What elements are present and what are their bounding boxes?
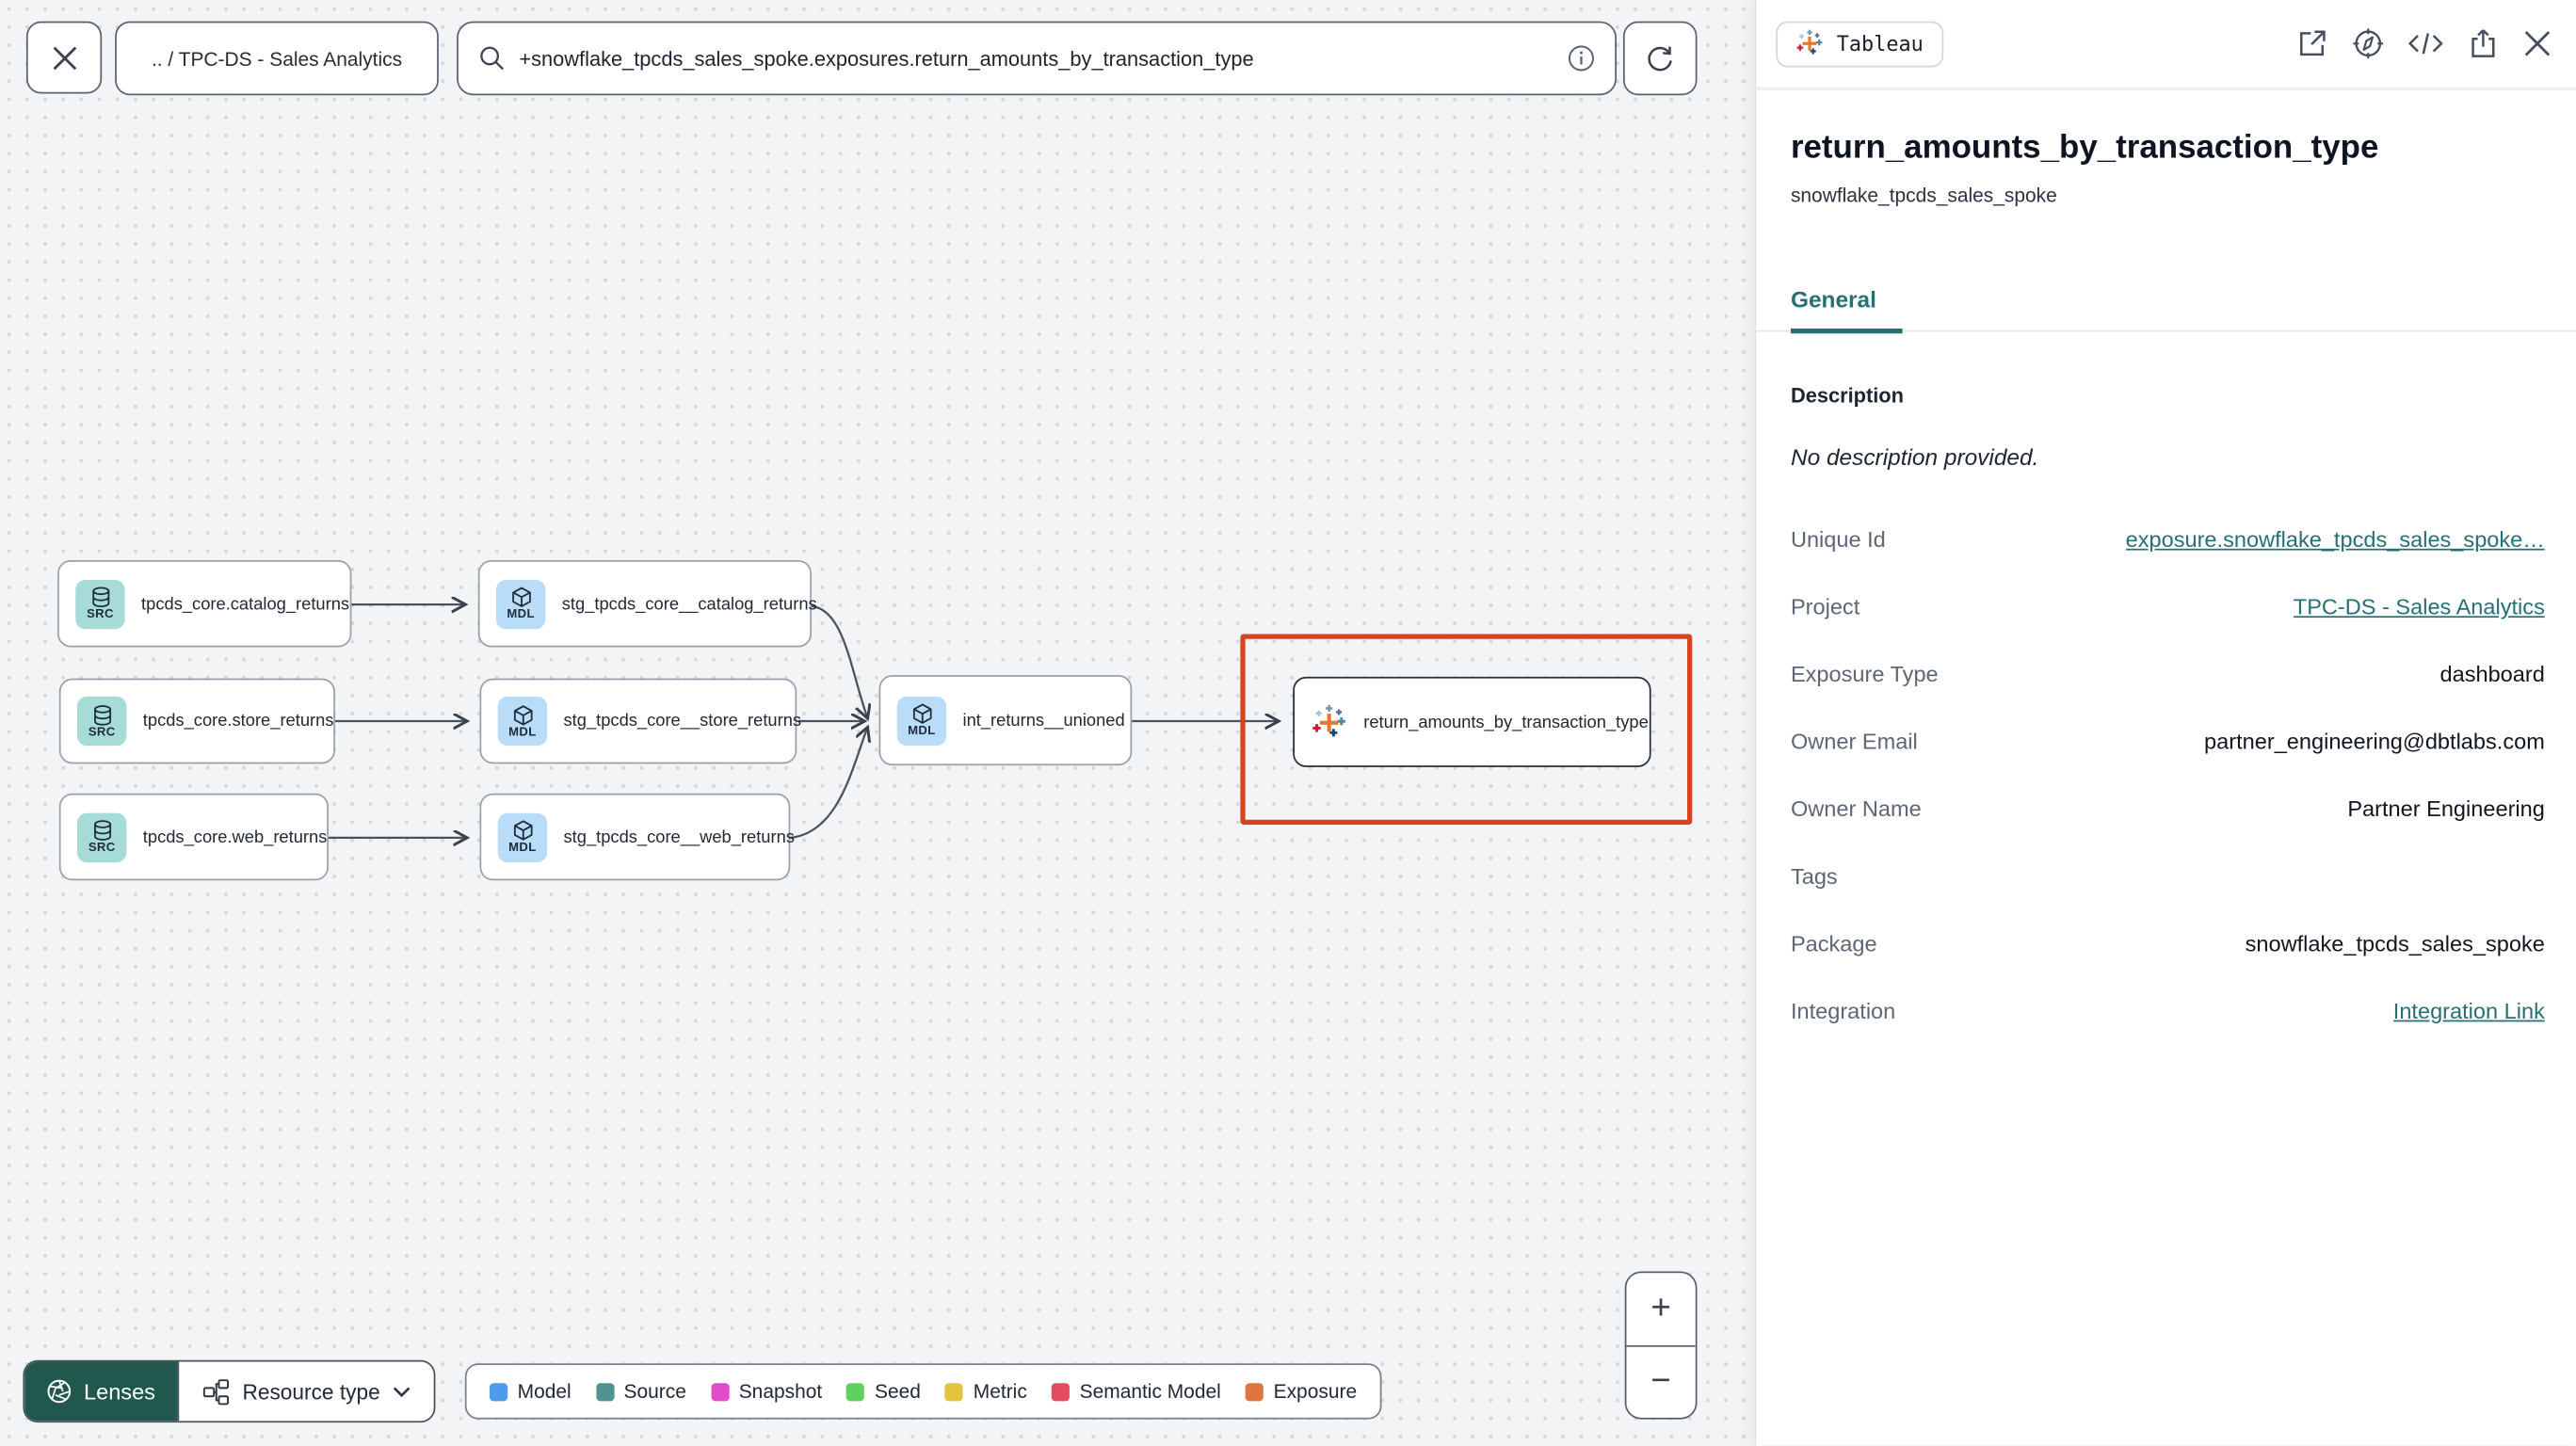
chevron-down-icon — [394, 1386, 411, 1397]
graph-node-return_amounts_by_transaction_type[interactable]: return_amounts_by_transaction_type — [1293, 676, 1651, 767]
field-row-owner-email: Owner Email partner_engineering@dbtlabs.… — [1790, 729, 2545, 754]
package-value: snowflake_tpcds_sales_spoke — [2245, 931, 2545, 956]
graph-node-int_returns__unioned[interactable]: MDL int_returns__unioned — [878, 675, 1133, 766]
open-external-icon[interactable] — [2295, 26, 2330, 61]
database-icon — [93, 704, 111, 725]
minus-icon: − — [1650, 1361, 1671, 1401]
legend-item-seed: Seed — [846, 1380, 921, 1403]
dbt-explorer-lineage-app: .. / TPC-DS - Sales Analytics +snowflake… — [0, 0, 2576, 1446]
lenses-label: Lenses — [83, 1378, 155, 1405]
owner-name-value: Partner Engineering — [2347, 796, 2545, 822]
legend-item-source: Source — [595, 1380, 686, 1403]
resource-type-icon — [202, 1378, 229, 1405]
panel-actions — [2295, 26, 2553, 61]
panel-tabs: General — [1756, 286, 2576, 333]
exposure-package-subtitle: snowflake_tpcds_sales_spoke — [1790, 184, 2057, 207]
zoom-in-button[interactable]: + — [1626, 1273, 1696, 1346]
aperture-icon — [47, 1379, 72, 1404]
description-value: No description provided. — [1790, 443, 2039, 471]
field-row-exposure-type: Exposure Type dashboard — [1790, 662, 2545, 687]
source-badge: SRC — [75, 579, 125, 629]
graph-node-tpcds_core-web_returns[interactable]: SRC tpcds_core.web_returns — [58, 793, 329, 881]
source-badge: SRC — [77, 811, 127, 862]
model-color-swatch — [489, 1382, 508, 1401]
model-badge: MDL — [495, 579, 546, 629]
semantic-model-color-swatch — [1051, 1382, 1071, 1401]
resource-type-dropdown[interactable]: Resource type — [176, 1361, 435, 1422]
tableau-icon — [1312, 704, 1345, 736]
resource-type-label: Resource type — [242, 1378, 380, 1405]
zoom-out-button[interactable]: − — [1626, 1345, 1696, 1418]
graph-node-stg_tpcds_core__web_returns[interactable]: MDL stg_tpcds_core__web_returns — [479, 793, 795, 881]
lenses-control-group: Lenses Resource type — [23, 1359, 437, 1423]
legend-item-semantic-model: Semantic Model — [1051, 1380, 1221, 1403]
seed-color-swatch — [846, 1382, 865, 1401]
field-row-package: Package snowflake_tpcds_sales_spoke — [1790, 931, 2545, 956]
legend-item-snapshot: Snapshot — [711, 1380, 822, 1403]
graph-node-tpcds_core-store_returns[interactable]: SRC tpcds_core.store_returns — [58, 678, 335, 764]
zoom-controls: + − — [1624, 1271, 1698, 1420]
description-label: Description — [1790, 384, 1904, 408]
code-icon[interactable] — [2407, 26, 2444, 61]
lenses-button[interactable]: Lenses — [24, 1361, 177, 1422]
project-link[interactable]: TPC-DS - Sales Analytics — [2294, 595, 2545, 619]
model-cube-icon — [912, 703, 931, 724]
breadcrumb[interactable]: .. / TPC-DS - Sales Analytics — [115, 21, 439, 96]
exposure-fields: Unique Id exposure.snowflake_tpcds_sales… — [1756, 470, 2576, 1045]
legend-item-model: Model — [489, 1380, 572, 1403]
integration-link[interactable]: Integration Link — [2393, 999, 2545, 1023]
metric-color-swatch — [945, 1382, 964, 1401]
graph-node-stg_tpcds_core__store_returns[interactable]: MDL stg_tpcds_core__store_returns — [479, 678, 801, 764]
exposure-title: return_amounts_by_transaction_type — [1790, 129, 2379, 167]
refresh-graph-button[interactable] — [1622, 21, 1698, 96]
model-badge: MDL — [497, 696, 548, 747]
exposure-details-panel: Tableau return_amounts_by_transaction_ty… — [1754, 0, 2576, 1446]
model-cube-icon — [513, 820, 532, 841]
field-row-unique-id: Unique Id exposure.snowflake_tpcds_sales… — [1790, 527, 2545, 553]
search-icon — [480, 46, 504, 71]
source-color-swatch — [595, 1382, 615, 1401]
lineage-search-bar — [457, 21, 1617, 96]
field-row-integration: Integration Integration Link — [1790, 998, 2545, 1024]
source-badge: SRC — [77, 696, 127, 747]
database-icon — [93, 820, 111, 841]
close-lineage-button[interactable] — [25, 21, 103, 94]
graph-node-stg_tpcds_core__catalog_returns[interactable]: MDL stg_tpcds_core__catalog_returns — [477, 560, 817, 648]
resource-type-legend: Model Source Snapshot Seed Metric Semant… — [464, 1363, 1382, 1420]
model-badge: MDL — [497, 811, 548, 862]
close-panel-icon[interactable] — [2521, 28, 2552, 59]
database-icon — [91, 586, 109, 608]
legend-item-metric: Metric — [945, 1380, 1027, 1403]
compass-icon[interactable] — [2351, 26, 2386, 61]
share-icon[interactable] — [2466, 26, 2501, 61]
panel-header: Tableau — [1756, 0, 2576, 90]
graph-node-tpcds_core-catalog_returns[interactable]: SRC tpcds_core.catalog_returns — [57, 560, 352, 648]
unique-id-link[interactable]: exposure.snowflake_tpcds_sales_spoke… — [2126, 527, 2545, 552]
search-input[interactable] — [519, 46, 1554, 71]
model-badge: MDL — [896, 695, 947, 746]
exposure-color-swatch — [1245, 1382, 1264, 1401]
field-row-project: Project TPC-DS - Sales Analytics — [1790, 594, 2545, 619]
integration-badge-label: Tableau — [1836, 31, 1924, 56]
lineage-canvas[interactable]: .. / TPC-DS - Sales Analytics +snowflake… — [0, 0, 1755, 1446]
close-icon — [52, 45, 76, 70]
breadcrumb-label: .. / TPC-DS - Sales Analytics — [151, 46, 403, 71]
tab-general[interactable]: General — [1790, 286, 1904, 333]
snapshot-color-swatch — [711, 1382, 730, 1401]
legend-item-exposure: Exposure — [1245, 1380, 1357, 1403]
model-cube-icon — [513, 704, 532, 725]
tableau-badge[interactable]: Tableau — [1776, 20, 1943, 67]
model-cube-icon — [511, 586, 530, 607]
field-row-owner-name: Owner Name Partner Engineering — [1790, 796, 2545, 822]
plus-icon: + — [1650, 1289, 1671, 1327]
refresh-icon — [1648, 46, 1672, 72]
tableau-icon — [1796, 29, 1823, 55]
owner-email-value: partner_engineering@dbtlabs.com — [2204, 729, 2545, 754]
info-icon[interactable] — [1568, 44, 1596, 72]
exposure-type-value: dashboard — [2439, 662, 2545, 687]
field-row-tags: Tags — [1790, 863, 1838, 889]
